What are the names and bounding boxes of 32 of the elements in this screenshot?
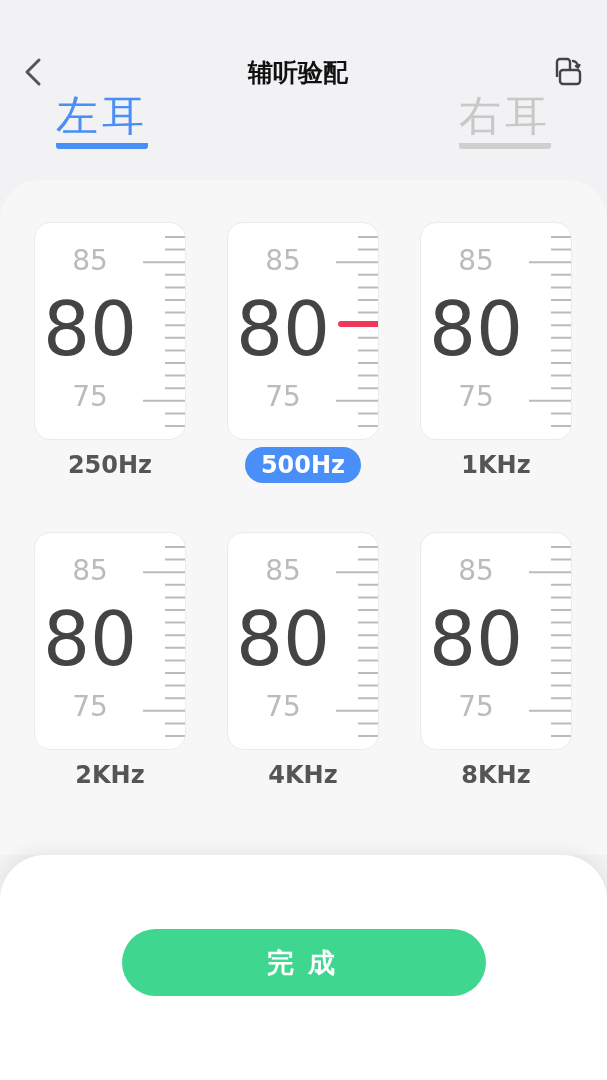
upper-value: 85 <box>458 243 494 279</box>
lower-value: 75 <box>72 689 108 725</box>
level-value: 80 <box>235 285 331 374</box>
lower-value: 75 <box>72 379 108 415</box>
level-card[interactable]: 85 80 75 <box>34 222 186 440</box>
upper-value: 85 <box>458 553 494 589</box>
back-icon[interactable] <box>24 57 42 87</box>
switch-icon[interactable] <box>553 57 583 87</box>
upper-value: 85 <box>265 243 301 279</box>
frequency-label[interactable]: 4KHz <box>252 757 354 793</box>
lower-value: 75 <box>458 689 494 725</box>
level-value: 80 <box>42 285 138 374</box>
frequency-label[interactable]: 1KHz <box>445 447 547 483</box>
level-value: 80 <box>42 595 138 684</box>
frequency-label[interactable]: 8KHz <box>445 757 547 793</box>
level-value: 80 <box>428 285 524 374</box>
frequency-label[interactable]: 250Hz <box>51 447 169 483</box>
level-card[interactable]: 85 80 75 <box>420 222 572 440</box>
frequency-label[interactable]: 2KHz <box>59 757 161 793</box>
level-card[interactable]: 85 80 75 <box>420 532 572 750</box>
lower-value: 75 <box>265 379 301 415</box>
level-value: 80 <box>235 595 331 684</box>
level-card[interactable]: 85 80 75 <box>227 532 379 750</box>
upper-value: 85 <box>72 553 108 589</box>
upper-value: 85 <box>265 553 301 589</box>
lower-value: 75 <box>458 379 494 415</box>
level-card[interactable]: 85 80 75 <box>227 222 379 440</box>
level-card[interactable]: 85 80 75 <box>34 532 186 750</box>
upper-value: 85 <box>72 243 108 279</box>
page-title: 辅听验配 <box>247 56 348 89</box>
level-value: 80 <box>428 595 524 684</box>
lower-value: 75 <box>265 689 301 725</box>
